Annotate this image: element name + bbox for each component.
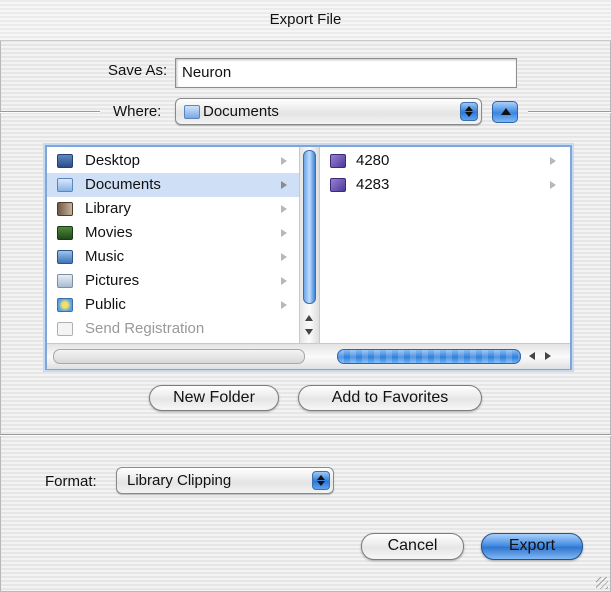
folder-icon <box>330 178 346 192</box>
scroll-right-arrow-icon[interactable] <box>545 352 551 360</box>
sidebar-item-library[interactable]: Library <box>53 197 299 221</box>
horizontal-scroll-track[interactable] <box>53 349 305 364</box>
list-item-label: 4280 <box>356 152 390 169</box>
file-browser: Desktop Documents Library Movies Music P… <box>45 145 572 370</box>
format-popup[interactable]: Library Clipping <box>116 467 334 494</box>
where-label: Where: <box>113 103 162 120</box>
resize-grip-icon[interactable] <box>596 577 608 589</box>
movies-folder-icon <box>57 226 73 240</box>
divider-right <box>528 111 611 113</box>
sidebar-item-label: Movies <box>85 224 133 241</box>
where-value: Documents <box>203 103 279 120</box>
expand-collapse-button[interactable] <box>492 101 518 123</box>
sidebar-item-movies[interactable]: Movies <box>53 221 299 245</box>
vertical-scroll-thumb[interactable] <box>303 150 316 304</box>
sidebar-item-label: Public <box>85 296 126 313</box>
sidebar-item-desktop[interactable]: Desktop <box>53 149 299 173</box>
divider-left <box>0 111 100 113</box>
sidebar-item-label: Documents <box>85 176 161 193</box>
format-label: Format: <box>45 473 97 490</box>
list-item[interactable]: 4280 <box>326 149 570 173</box>
sidebar-vertical-scrollbar[interactable] <box>299 147 320 343</box>
save-as-input[interactable]: Neuron <box>175 58 517 88</box>
chevron-right-icon <box>281 301 287 309</box>
desktop-icon <box>57 154 73 168</box>
sidebar-item-public[interactable]: Public <box>53 293 299 317</box>
where-popup-arrows-icon <box>460 102 478 121</box>
sidebar-item-documents[interactable]: Documents <box>47 173 299 197</box>
sidebar-item-pictures[interactable]: Pictures <box>53 269 299 293</box>
chevron-right-icon <box>281 157 287 165</box>
chevron-right-icon <box>281 229 287 237</box>
where-popup[interactable]: Documents <box>175 98 482 125</box>
cancel-button[interactable]: Cancel <box>361 533 464 560</box>
alias-icon <box>57 322 73 336</box>
horizontal-scroll-thumb[interactable] <box>337 349 521 364</box>
sidebar-item-label: Send Registration <box>85 320 205 337</box>
contents-column: 4280 4283 <box>320 147 570 343</box>
chevron-right-icon <box>550 181 556 189</box>
public-folder-icon <box>57 298 73 312</box>
section-divider <box>0 434 611 436</box>
scroll-up-arrow-icon[interactable] <box>305 315 313 321</box>
export-button[interactable]: Export <box>481 533 583 560</box>
sidebar-item-label: Music <box>85 248 125 265</box>
pictures-folder-icon <box>57 274 73 288</box>
save-as-label: Save As: <box>108 62 168 79</box>
sidebar-column: Desktop Documents Library Movies Music P… <box>47 147 299 343</box>
format-popup-arrows-icon <box>312 471 330 490</box>
chevron-right-icon <box>281 253 287 261</box>
library-folder-icon <box>57 202 73 216</box>
scroll-left-arrow-icon[interactable] <box>529 352 535 360</box>
folder-icon <box>330 154 346 168</box>
list-item[interactable]: 4283 <box>326 173 570 197</box>
scroll-down-arrow-icon[interactable] <box>305 329 313 335</box>
sidebar-item-label: Library <box>85 200 131 217</box>
horizontal-scrollbar[interactable] <box>47 343 570 369</box>
list-item-label: 4283 <box>356 176 390 193</box>
documents-folder-icon <box>184 105 200 119</box>
add-to-favorites-button[interactable]: Add to Favorites <box>298 385 482 411</box>
window-title: Export File <box>0 0 611 41</box>
chevron-right-icon <box>281 205 287 213</box>
sidebar-item-send-registration[interactable]: Send Registration <box>53 317 299 341</box>
music-folder-icon <box>57 250 73 264</box>
new-folder-button[interactable]: New Folder <box>149 385 279 411</box>
triangle-up-icon <box>501 108 511 115</box>
chevron-right-icon <box>550 157 556 165</box>
export-dialog: Export File Save As: Neuron Where: Docum… <box>0 0 611 592</box>
chevron-right-icon <box>281 181 287 189</box>
documents-folder-icon <box>57 178 73 192</box>
sidebar-item-label: Pictures <box>85 272 140 289</box>
format-value: Library Clipping <box>127 472 232 489</box>
sidebar-item-music[interactable]: Music <box>53 245 299 269</box>
chevron-right-icon <box>281 277 287 285</box>
sidebar-item-label: Desktop <box>85 152 141 169</box>
